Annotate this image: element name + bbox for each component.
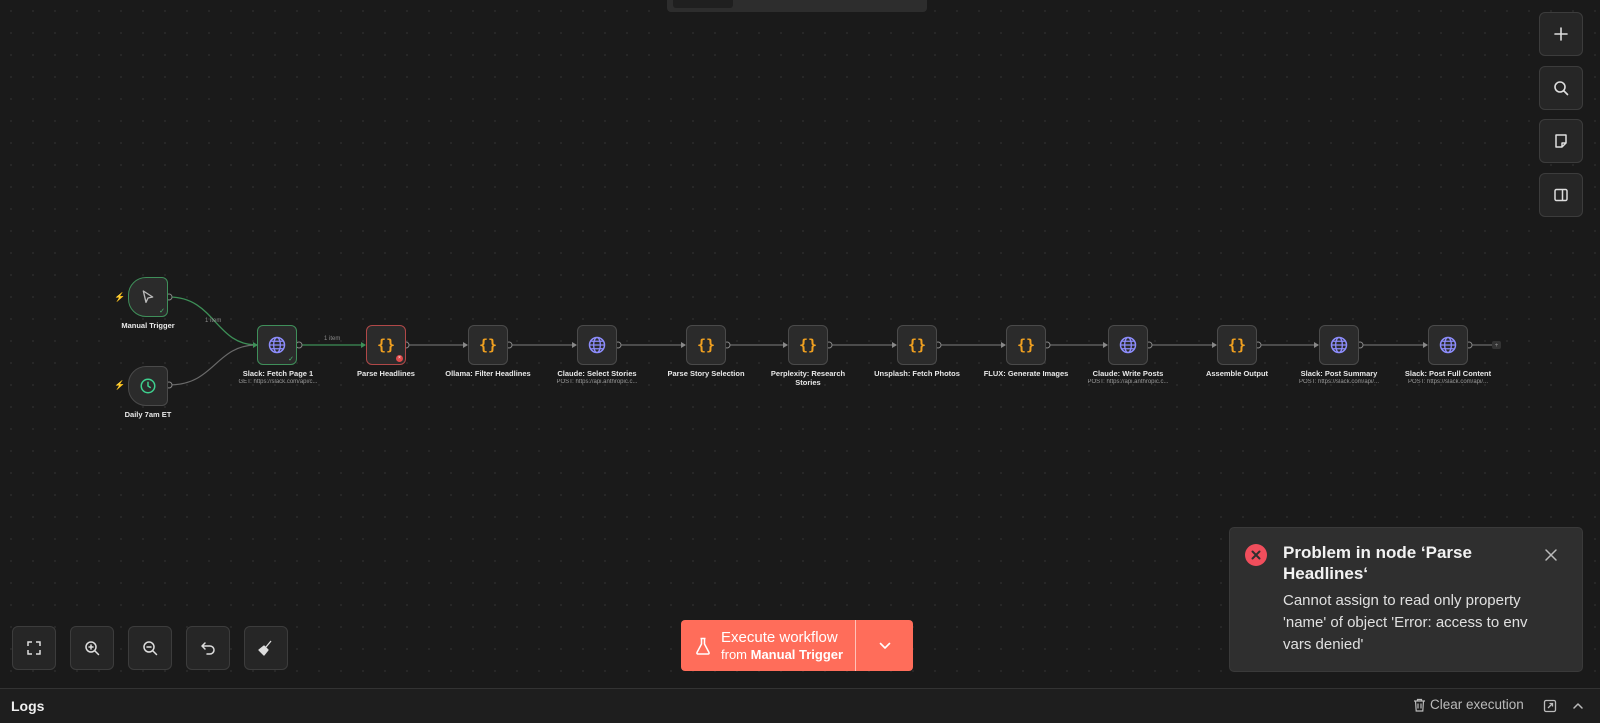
fit-view-icon — [27, 641, 41, 655]
sidebar-panel-icon — [1554, 188, 1568, 202]
node-label: Claude: Write Posts — [1092, 369, 1164, 378]
code-icon: {} — [798, 336, 818, 354]
code-icon: {} — [1016, 336, 1036, 354]
globe-icon — [1119, 336, 1137, 354]
node-manual-trigger[interactable]: ✓ — [128, 277, 168, 317]
error-toast: Problem in node ‘Parse Headlines‘ Cannot… — [1229, 527, 1583, 672]
trash-icon — [1414, 698, 1425, 712]
edge-label-trigger: 1 item — [205, 318, 222, 324]
sticky-note-icon — [1555, 134, 1567, 148]
edge-label-fetch: 1 item — [324, 336, 341, 342]
success-check-icon: ✓ — [288, 356, 294, 363]
node-subtitle: POST: https://api.anthropic.c... — [556, 379, 638, 385]
execute-from-prefix: from — [721, 646, 747, 662]
node-label: Unsplash: Fetch Photos — [874, 369, 960, 378]
node-label: Perplexity: Research Stories — [770, 369, 846, 387]
add-sticky-note-button[interactable] — [1539, 119, 1583, 163]
trigger-bolt-icon: ⚡ — [114, 292, 126, 302]
search-icon — [1554, 81, 1569, 96]
node-label: Daily 7am ET — [124, 410, 172, 419]
toggle-panel-button[interactable] — [1539, 173, 1583, 217]
code-icon: {} — [1227, 336, 1247, 354]
node-unsplash[interactable]: {} — [897, 325, 937, 365]
node-label: FLUX: Generate Images — [983, 369, 1069, 378]
zoom-in-icon — [85, 641, 100, 656]
globe-icon — [268, 336, 286, 354]
globe-icon — [588, 336, 606, 354]
node-flux[interactable]: {} — [1006, 325, 1046, 365]
node-label: Parse Headlines — [357, 369, 415, 378]
node-label: Slack: Post Summary — [1300, 369, 1378, 378]
execute-workflow-main[interactable]: Execute workflow from Manual Trigger — [681, 620, 855, 671]
node-subtitle: POST: https://slack.com/api/... — [1298, 379, 1380, 385]
node-claude-write[interactable] — [1108, 325, 1148, 365]
toast-message: Cannot assign to read only property 'nam… — [1283, 592, 1528, 653]
node-assemble-output[interactable]: {} — [1217, 325, 1257, 365]
error-circle-icon — [1245, 544, 1267, 566]
globe-icon — [1330, 336, 1348, 354]
node-perplexity[interactable]: {} — [788, 325, 828, 365]
pop-out-icon[interactable] — [1543, 699, 1557, 713]
error-icon: × — [396, 355, 403, 362]
globe-icon — [1439, 336, 1457, 354]
trigger-bolt-icon: ⚡ — [114, 380, 126, 390]
plus-icon — [1554, 27, 1568, 41]
node-label: Manual Trigger — [121, 321, 175, 330]
broom-icon — [258, 640, 272, 656]
node-slack-post-full[interactable] — [1428, 325, 1468, 365]
code-icon: {} — [376, 336, 396, 354]
code-icon: {} — [907, 336, 927, 354]
node-parse-story[interactable]: {} — [686, 325, 726, 365]
node-label: Slack: Post Full Content — [1404, 369, 1492, 378]
logs-panel-bar[interactable]: Logs Clear execution — [0, 688, 1600, 723]
clock-icon — [140, 378, 156, 394]
zoom-out-icon — [143, 641, 158, 656]
close-icon — [1545, 549, 1557, 561]
node-daily-schedule[interactable] — [128, 366, 168, 406]
execute-options-dropdown[interactable] — [856, 620, 913, 671]
add-node-button[interactable] — [1539, 12, 1583, 56]
node-label: Assemble Output — [1205, 369, 1269, 378]
clear-execution-button[interactable]: Clear execution — [1413, 697, 1524, 712]
cursor-icon — [142, 290, 154, 303]
clear-execution-label: Clear execution — [1430, 697, 1524, 712]
node-label: Ollama: Filter Headlines — [445, 369, 531, 378]
fit-view-button[interactable] — [12, 626, 56, 670]
node-subtitle: GET: https://slack.com/api/c... — [238, 379, 318, 385]
node-slack-fetch[interactable]: ✓ — [257, 325, 297, 365]
node-slack-post-summary[interactable] — [1319, 325, 1359, 365]
node-label: Slack: Fetch Page 1 — [242, 369, 314, 378]
execute-from-node: Manual Trigger — [750, 646, 844, 662]
toast-title: Problem in node ‘Parse Headlines‘ — [1283, 543, 1472, 583]
zoom-in-button[interactable] — [70, 626, 114, 670]
node-subtitle: POST: https://slack.com/api/... — [1407, 379, 1489, 385]
chevron-up-icon[interactable] — [1572, 700, 1584, 712]
execute-from: from Manual Trigger — [721, 646, 843, 663]
node-label: Claude: Select Stories — [557, 369, 637, 378]
search-nodes-button[interactable] — [1539, 66, 1583, 110]
node-ollama-filter[interactable]: {} — [468, 325, 508, 365]
undo-icon — [201, 642, 215, 655]
node-claude-select[interactable] — [577, 325, 617, 365]
success-check-icon: ✓ — [159, 308, 165, 315]
undo-button[interactable] — [186, 626, 230, 670]
node-label: Parse Story Selection — [667, 369, 745, 378]
node-parse-headlines[interactable]: {} × — [366, 325, 406, 365]
svg-text:+: + — [1495, 343, 1499, 349]
code-icon: {} — [696, 336, 716, 354]
chevron-down-icon — [879, 642, 890, 649]
code-icon: {} — [478, 336, 498, 354]
logs-title: Logs — [11, 698, 45, 714]
execute-workflow-button[interactable]: Execute workflow from Manual Trigger — [681, 620, 913, 671]
execute-title: Execute workflow — [721, 628, 838, 646]
tidy-up-button[interactable] — [244, 626, 288, 670]
close-toast-button[interactable] — [1542, 546, 1560, 564]
zoom-out-button[interactable] — [128, 626, 172, 670]
flask-icon — [696, 637, 710, 655]
node-subtitle: POST: https://api.anthropic.c... — [1087, 379, 1169, 385]
